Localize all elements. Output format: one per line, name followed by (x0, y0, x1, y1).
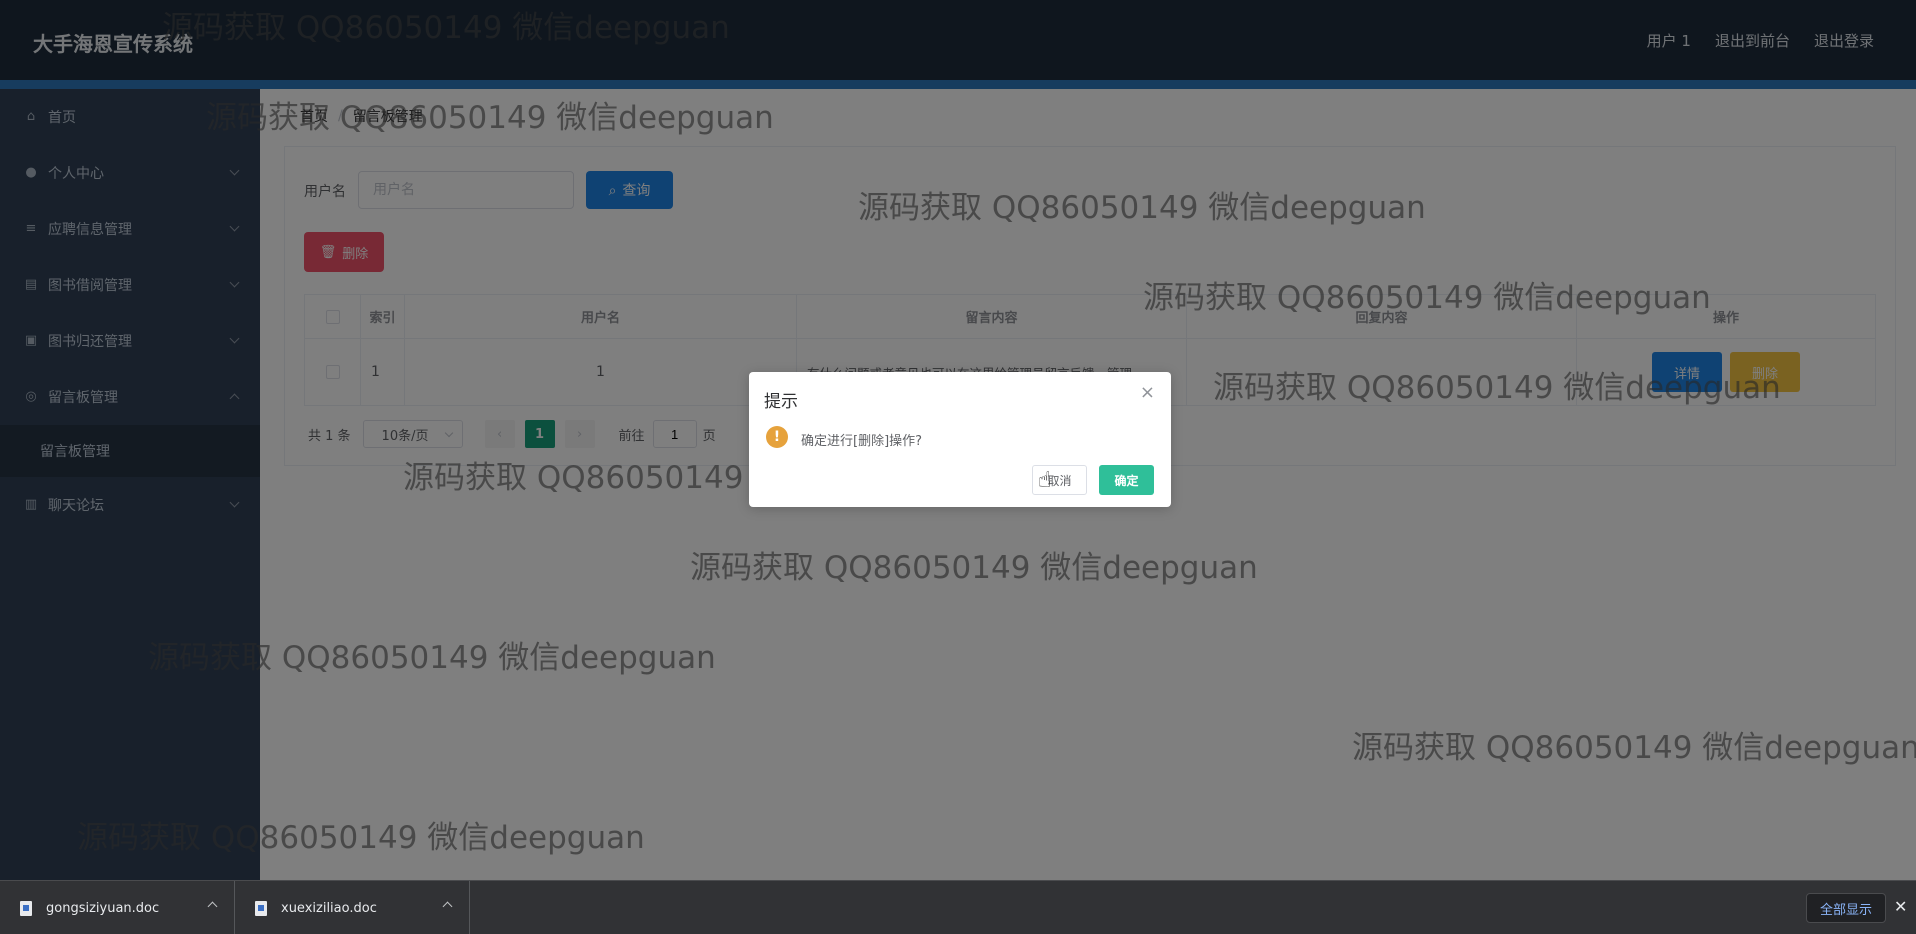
hand-cursor-icon: ☝ (1038, 468, 1052, 493)
document-icon (255, 900, 267, 916)
chevron-up-icon[interactable] (442, 901, 453, 912)
warning-icon: ! (766, 426, 788, 448)
chevron-up-icon[interactable] (207, 901, 218, 912)
download-filename: gongsiziyuan.doc (46, 900, 160, 916)
close-icon[interactable]: ✕ (1894, 897, 1907, 916)
document-icon (20, 900, 32, 916)
confirm-button[interactable]: 确定 (1099, 465, 1154, 495)
dialog-message: 确定进行[删除]操作? (801, 434, 923, 449)
download-filename: xuexiziliao.doc (281, 900, 377, 916)
close-icon[interactable]: × (1140, 384, 1155, 402)
downloads-bar: gongsiziyuan.doc xuexiziliao.doc 全部显示 ✕ (0, 880, 1916, 934)
show-all-downloads-button[interactable]: 全部显示 (1806, 893, 1886, 923)
download-item[interactable]: gongsiziyuan.doc (0, 881, 235, 934)
download-item[interactable]: xuexiziliao.doc (235, 881, 470, 934)
dialog-title: 提示 (764, 392, 798, 412)
confirm-dialog: 提示 × ! 确定进行[删除]操作? 取消 确定 (749, 372, 1171, 507)
